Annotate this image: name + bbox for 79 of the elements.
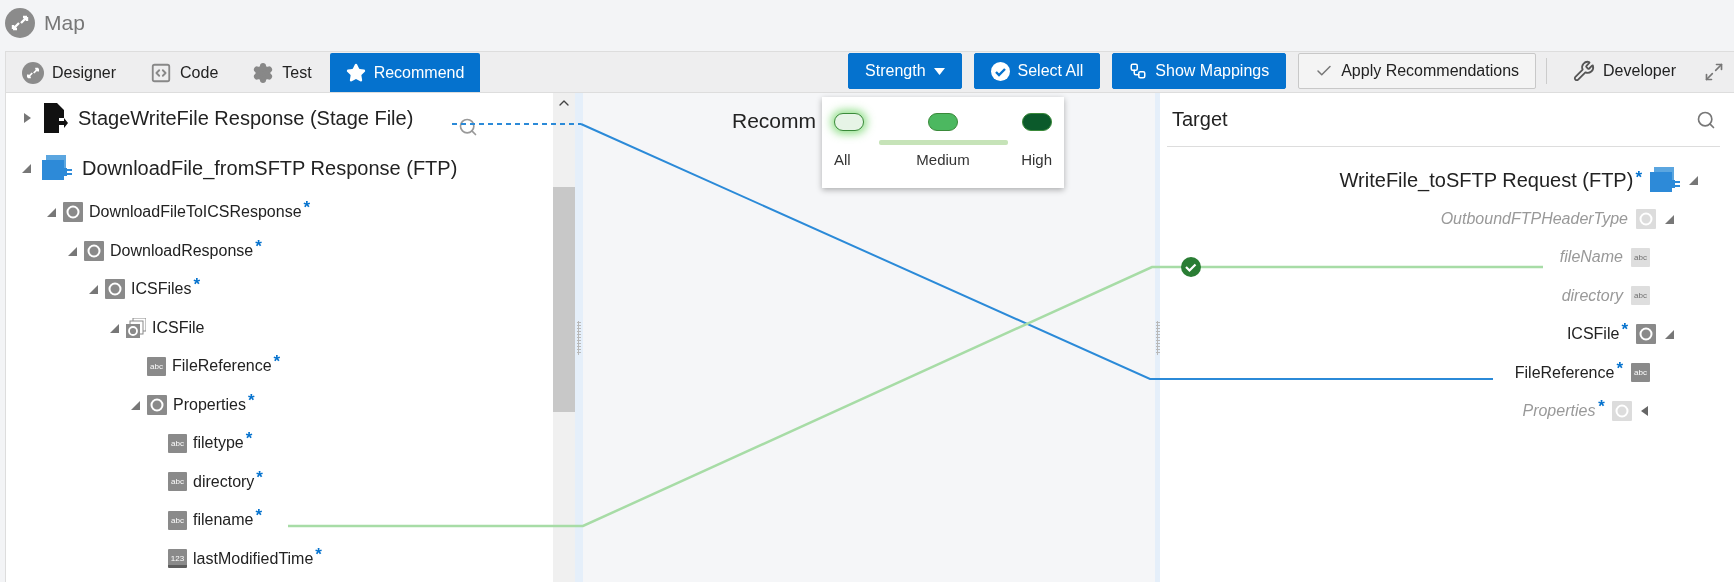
strength-toggle[interactable] xyxy=(928,113,958,131)
collapse-arrow-icon[interactable] xyxy=(22,163,32,173)
type-badge: abc xyxy=(168,433,187,453)
mapping-tree-icon xyxy=(1129,62,1148,80)
pane-title: Recomm xyxy=(732,109,816,132)
scrollbar[interactable] xyxy=(553,93,575,582)
expand-icon[interactable] xyxy=(1704,62,1724,82)
check-circle-icon xyxy=(990,61,1010,81)
type-badge: 123 xyxy=(168,549,187,569)
circle-node-icon xyxy=(105,279,125,300)
tab[interactable]: Test xyxy=(236,53,328,92)
scroll-thumb[interactable] xyxy=(553,187,575,412)
toolbar-button[interactable]: Developer xyxy=(1557,53,1692,89)
tree-node-label[interactable]: filetype* xyxy=(193,433,253,454)
circle-node-icon xyxy=(147,394,167,415)
tree-node-label[interactable]: filename* xyxy=(193,510,263,531)
toolbar-button[interactable]: Show Mappings xyxy=(1112,53,1287,89)
folder-plug-icon xyxy=(1650,166,1680,195)
tree-node-label[interactable]: DownloadFileToICSResponse* xyxy=(89,202,311,223)
circle-node-icon xyxy=(63,202,83,223)
collapse-arrow-icon[interactable] xyxy=(89,284,99,295)
type-badge: abc xyxy=(1631,247,1650,267)
circle-node-icon xyxy=(84,240,104,261)
dropdown-button[interactable]: Strength xyxy=(848,53,962,89)
toolbar-button[interactable]: Select All xyxy=(973,53,1101,89)
collapse-arrow-icon[interactable] xyxy=(68,245,78,256)
strength-label: High xyxy=(1021,151,1052,168)
tree-node-label[interactable]: FileReference* xyxy=(172,356,281,377)
type-badge: abc xyxy=(147,356,166,376)
tree-node-label[interactable]: Properties* xyxy=(1522,401,1604,422)
code-icon xyxy=(150,61,173,84)
strength-label: All xyxy=(834,151,851,168)
star-icon xyxy=(345,62,366,83)
type-badge: abc xyxy=(168,510,187,530)
tree-node-label[interactable]: ICSFiles* xyxy=(131,279,201,300)
arrows-circle-icon xyxy=(22,61,44,84)
tab[interactable]: Code xyxy=(134,53,235,92)
tree-node-label[interactable]: lastModifiedTime* xyxy=(193,548,322,569)
tree-node-label[interactable]: ICSFile* xyxy=(1566,324,1628,345)
collapse-arrow-icon[interactable] xyxy=(1688,175,1698,186)
settings-icon xyxy=(252,61,275,84)
tab[interactable]: Recommend xyxy=(329,53,481,92)
type-badge: abc xyxy=(168,472,187,492)
collapse-arrow-icon[interactable] xyxy=(1664,213,1674,224)
strength-toggle[interactable] xyxy=(834,113,864,131)
search-icon[interactable] xyxy=(458,117,478,137)
tab[interactable]: Designer xyxy=(6,53,133,92)
tree-node-label[interactable]: StageWriteFile Response (Stage File) xyxy=(78,106,414,130)
folder-plug-icon xyxy=(42,154,72,182)
collapse-arrow-icon[interactable] xyxy=(47,207,57,218)
circle-node-icon xyxy=(1636,208,1656,229)
pane-title: Target xyxy=(1172,108,1228,131)
tree-node-label[interactable]: ICSFile xyxy=(152,318,205,337)
stacked-node-icon xyxy=(126,317,146,338)
expand-arrow-icon[interactable] xyxy=(1640,406,1650,417)
strength-label: Medium xyxy=(916,151,970,168)
strength-toggle[interactable] xyxy=(1022,113,1052,131)
collapse-arrow-icon[interactable] xyxy=(110,322,120,333)
collapse-arrow-icon[interactable] xyxy=(1664,329,1674,340)
tree-node-label[interactable]: FileReference* xyxy=(1514,362,1623,383)
wrench-icon xyxy=(1573,60,1596,82)
tree-node-label[interactable]: Properties* xyxy=(173,394,255,415)
tree-node-label[interactable]: WriteFile_toSFTP Request (FTP)$^{*}$ xyxy=(1339,168,1642,192)
arrows-circle-icon xyxy=(5,8,35,38)
type-badge: abc xyxy=(1631,363,1650,383)
type-badge: abc xyxy=(1631,286,1650,306)
circle-node-icon xyxy=(1612,401,1632,422)
tree-node-label[interactable]: DownloadResponse* xyxy=(110,240,262,261)
search-icon[interactable] xyxy=(1696,109,1716,130)
check-circle-icon[interactable] xyxy=(1181,257,1201,277)
document-arrow-icon xyxy=(42,103,68,133)
caret-icon xyxy=(933,67,945,75)
tree-node-label[interactable]: DownloadFile_fromSFTP Response (FTP) xyxy=(82,156,458,180)
expand-arrow-icon[interactable] xyxy=(22,113,32,123)
page-title: Map xyxy=(44,11,85,35)
toolbar-button[interactable]: Apply Recommendations xyxy=(1298,53,1537,89)
collapse-arrow-icon[interactable] xyxy=(131,399,141,410)
tree-node-label[interactable]: directory* xyxy=(193,471,263,492)
circle-node-icon xyxy=(1636,324,1656,345)
